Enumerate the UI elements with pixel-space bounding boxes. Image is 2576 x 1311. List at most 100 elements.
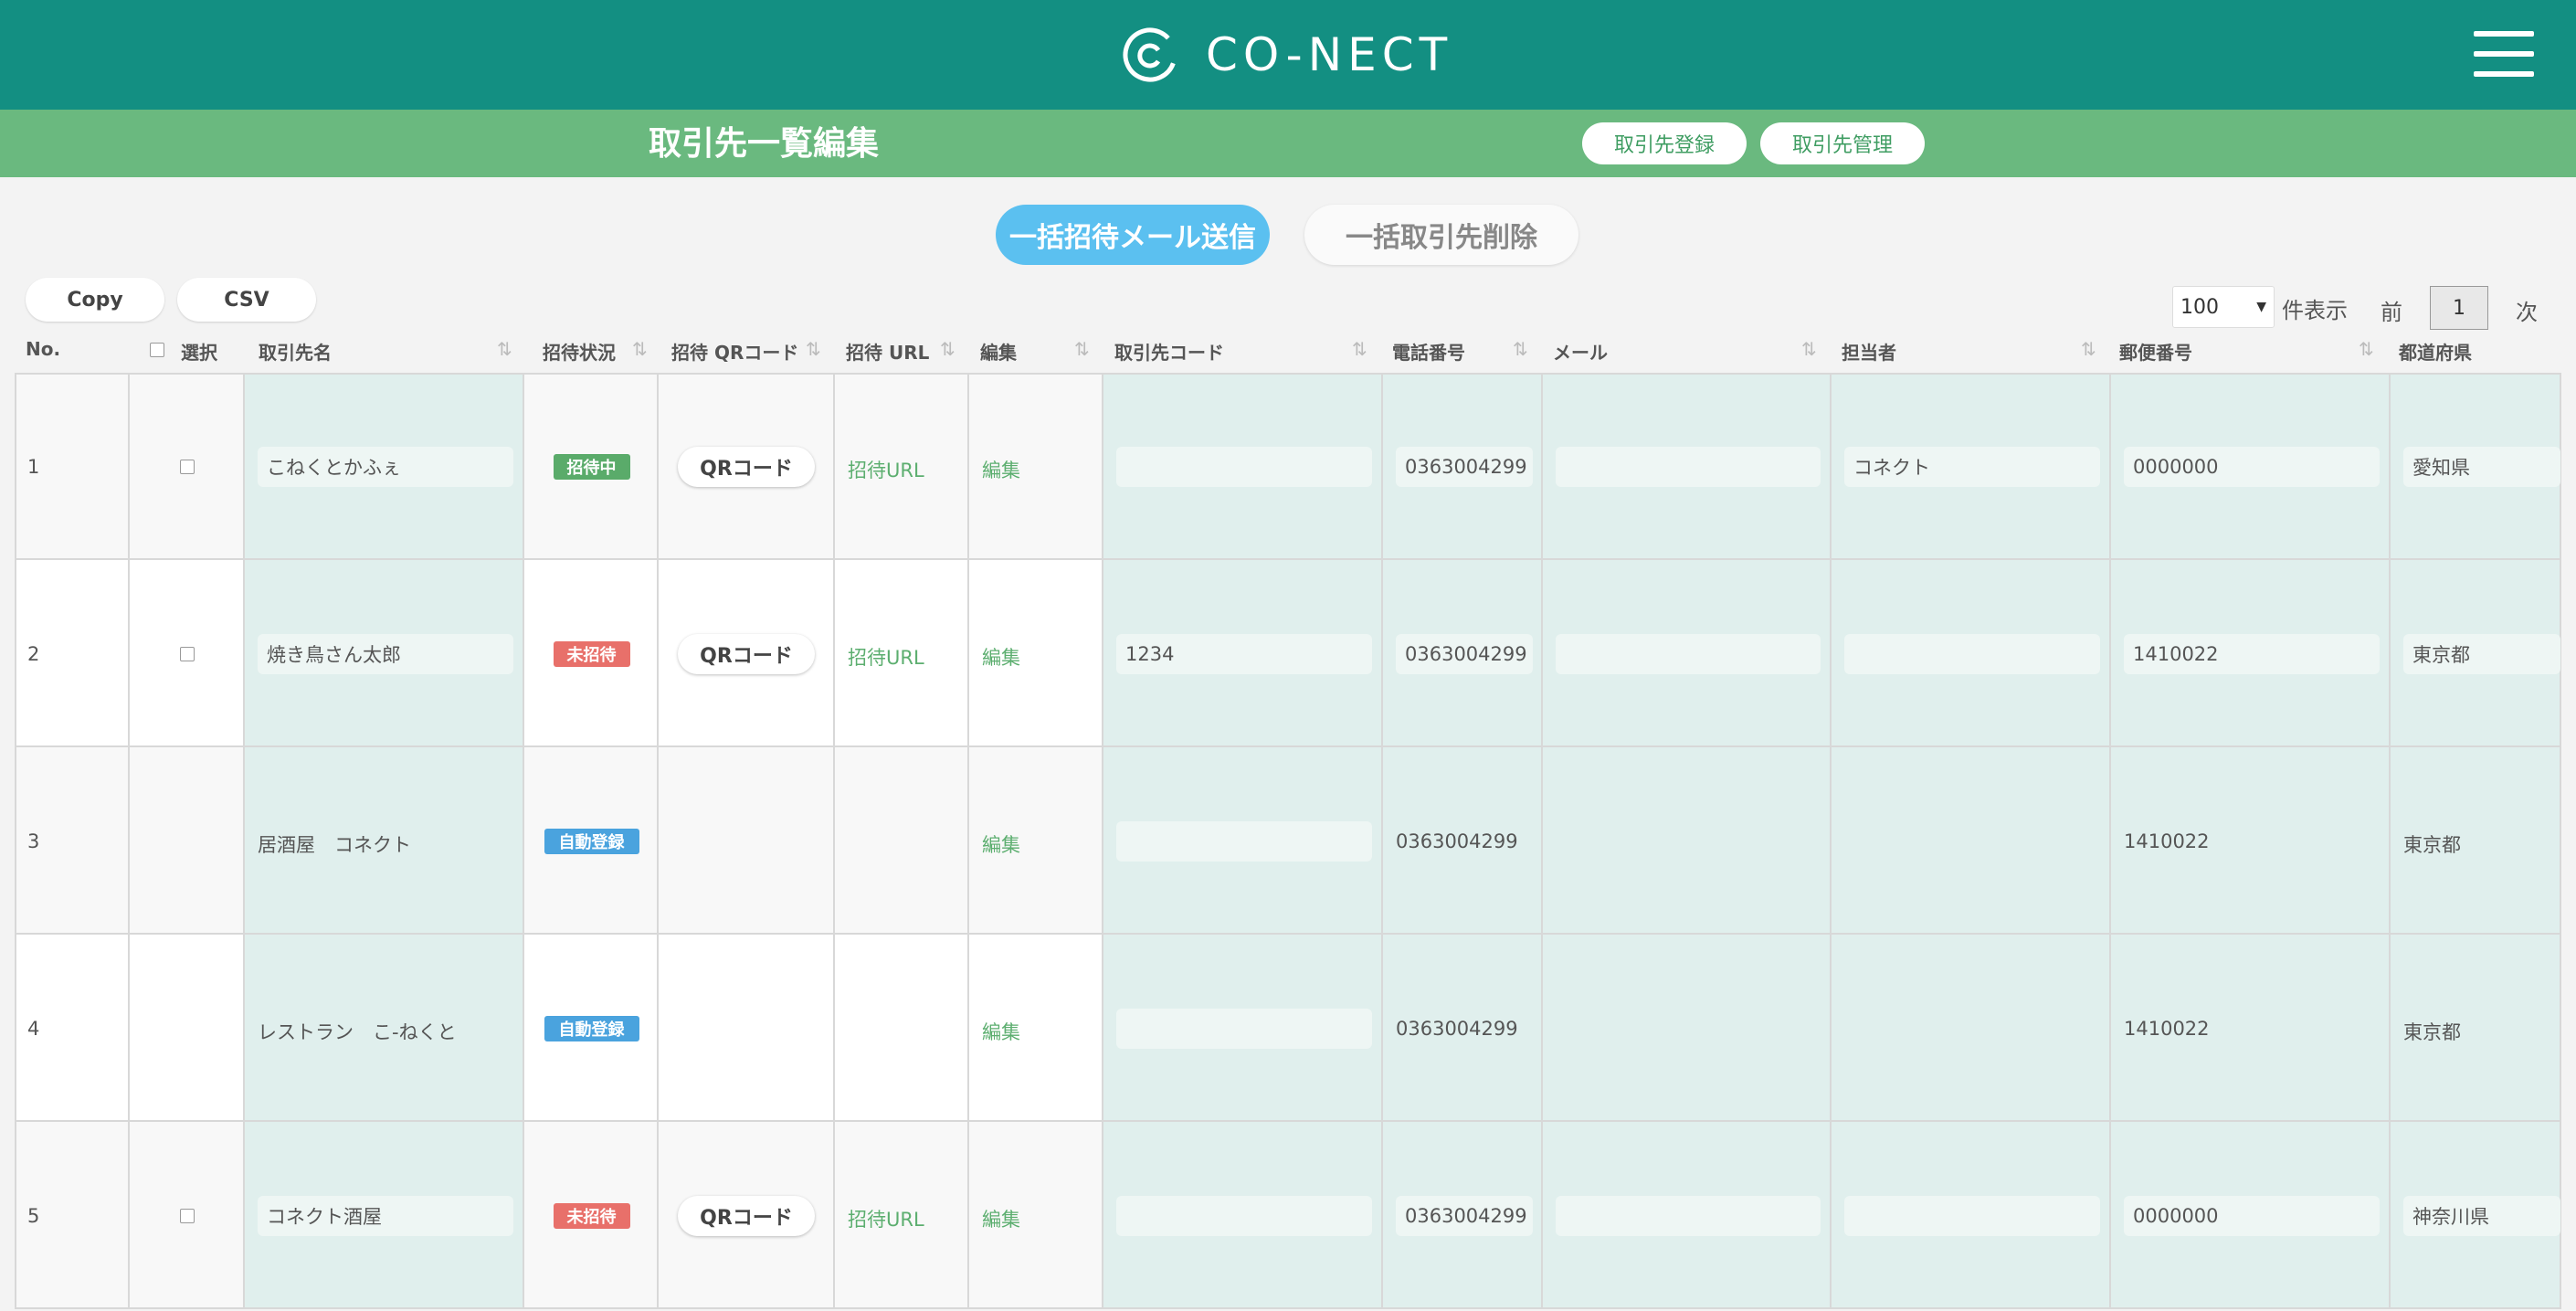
bulk-delete-button[interactable]: 一括取引先削除 — [1304, 205, 1578, 265]
header-phone[interactable]: 電話番号 — [1392, 338, 1465, 365]
table-cell-select — [130, 935, 245, 1122]
qr-code-button[interactable]: QRコード — [678, 446, 815, 487]
row-checkbox[interactable] — [180, 459, 195, 474]
status-badge: 招待中 — [553, 453, 630, 480]
manage-partner-button[interactable]: 取引先管理 — [1760, 122, 1925, 164]
sort-icon[interactable]: ⇅ — [1513, 338, 1528, 360]
invite-url-link[interactable]: 招待URL — [848, 1205, 924, 1232]
copy-button[interactable]: Copy — [26, 278, 164, 322]
header-person[interactable]: 担当者 — [1842, 338, 1896, 365]
sort-icon[interactable]: ⇅ — [806, 338, 821, 360]
status-badge: 自動登録 — [544, 828, 639, 854]
current-page-button[interactable]: 1 — [2430, 286, 2488, 330]
edit-link[interactable]: 編集 — [982, 456, 1020, 483]
header-name[interactable]: 取引先名 — [259, 338, 332, 365]
phone-input[interactable]: 0363004299 — [1396, 1195, 1533, 1236]
edit-link[interactable]: 編集 — [982, 830, 1020, 858]
row-number: 2 — [27, 642, 40, 665]
csv-button[interactable]: CSV — [177, 278, 316, 322]
status-badge: 自動登録 — [544, 1015, 639, 1041]
person-input[interactable] — [1844, 1195, 2100, 1236]
table-cell-select — [130, 747, 245, 935]
brand-logo[interactable]: CO-NECT — [1122, 25, 1452, 85]
row-number: 1 — [27, 455, 40, 478]
header-edit[interactable]: 編集 — [980, 338, 1017, 365]
chevron-down-icon: ▼ — [2256, 300, 2266, 314]
partner-name-input[interactable]: コネクト酒屋 — [258, 1195, 513, 1236]
sort-icon[interactable]: ⇅ — [497, 338, 512, 360]
prefecture-input[interactable]: 愛知県 — [2403, 446, 2560, 487]
zip-input[interactable]: 0000000 — [2124, 1195, 2380, 1236]
edit-link[interactable]: 編集 — [982, 1018, 1020, 1045]
status-badge: 未招待 — [553, 1202, 630, 1229]
bulk-invite-button[interactable]: 一括招待メール送信 — [996, 205, 1270, 265]
person-input[interactable] — [1844, 633, 2100, 674]
row-checkbox[interactable] — [180, 646, 195, 661]
phone-input[interactable]: 0363004299 — [1396, 446, 1533, 487]
header-code[interactable]: 取引先コード — [1114, 338, 1224, 365]
partner-name-input[interactable]: 焼き鳥さん太郎 — [258, 633, 513, 674]
per-page-select[interactable]: 100 ▼ — [2172, 286, 2275, 328]
qr-code-button[interactable]: QRコード — [678, 1195, 815, 1236]
sort-icon[interactable]: ⇅ — [2081, 338, 2096, 360]
header-status[interactable]: 招待状況 — [543, 338, 616, 365]
sort-icon[interactable]: ⇅ — [940, 338, 955, 360]
prefecture-text: 東京都 — [2403, 833, 2461, 856]
row-checkbox[interactable] — [180, 1208, 195, 1223]
per-page-value: 100 — [2180, 295, 2219, 319]
status-badge: 未招待 — [553, 640, 630, 667]
sort-icon[interactable]: ⇅ — [632, 338, 648, 360]
table-cell-mail — [1543, 747, 1832, 935]
row-number: 3 — [27, 830, 40, 852]
person-input[interactable]: コネクト — [1844, 446, 2100, 487]
phone-text: 0363004299 — [1396, 830, 1518, 852]
header-mail[interactable]: メール — [1553, 338, 1608, 365]
qr-code-button[interactable]: QRコード — [678, 633, 815, 674]
table-cell-person — [1832, 935, 2111, 1122]
mail-input[interactable] — [1556, 1195, 1821, 1236]
mail-input[interactable] — [1556, 446, 1821, 487]
select-all-checkbox[interactable] — [150, 343, 164, 357]
menu-icon[interactable] — [2474, 31, 2534, 77]
sort-icon[interactable]: ⇅ — [2359, 338, 2374, 360]
page-title: 取引先一覧編集 — [649, 125, 880, 163]
next-page-link[interactable]: 次 — [2516, 294, 2538, 326]
prev-page-link[interactable]: 前 — [2381, 294, 2402, 326]
zip-input[interactable]: 0000000 — [2124, 446, 2380, 487]
table-cell-person — [1832, 747, 2111, 935]
row-number: 4 — [27, 1017, 40, 1040]
header-select: 選択 — [181, 342, 217, 364]
sort-icon[interactable]: ⇅ — [1074, 338, 1090, 360]
register-partner-button[interactable]: 取引先登録 — [1582, 122, 1747, 164]
sort-icon[interactable]: ⇅ — [1801, 338, 1817, 360]
partner-code-input[interactable] — [1116, 820, 1372, 862]
mail-input[interactable] — [1556, 633, 1821, 674]
invite-url-link[interactable]: 招待URL — [848, 456, 924, 483]
header-zip[interactable]: 郵便番号 — [2119, 338, 2192, 365]
edit-link[interactable]: 編集 — [982, 643, 1020, 671]
partner-code-input[interactable] — [1116, 446, 1372, 487]
header-pref[interactable]: 都道府県 — [2399, 338, 2472, 365]
zip-text: 1410022 — [2124, 830, 2210, 852]
partner-code-input[interactable] — [1116, 1195, 1372, 1236]
table-cell-url — [835, 935, 969, 1122]
header-url[interactable]: 招待 URL — [846, 338, 929, 365]
prefecture-input[interactable]: 神奈川県 — [2403, 1195, 2560, 1236]
header-qr[interactable]: 招待 QRコード — [671, 338, 798, 365]
phone-input[interactable]: 0363004299 — [1396, 633, 1533, 674]
header-no[interactable]: No. — [26, 338, 60, 365]
zip-input[interactable]: 1410022 — [2124, 633, 2380, 674]
partner-code-input[interactable]: 1234 — [1116, 633, 1372, 674]
table-cell-url — [835, 747, 969, 935]
table-cell-mail — [1543, 935, 1832, 1122]
partner-name-text: 居酒屋 コネクト — [258, 833, 411, 856]
sort-icon[interactable]: ⇅ — [1352, 338, 1367, 360]
invite-url-link[interactable]: 招待URL — [848, 643, 924, 671]
partner-table: 1 こねくとかふぇ 招待中 QRコード 招待URL 編集 0363004299 コネクト 000… — [15, 373, 2561, 1311]
prefecture-input[interactable]: 東京都 — [2403, 633, 2560, 674]
phone-text: 0363004299 — [1396, 1017, 1518, 1040]
partner-name-input[interactable]: こねくとかふぇ — [258, 446, 513, 487]
sub-header — [0, 110, 2576, 177]
partner-code-input[interactable] — [1116, 1008, 1372, 1049]
edit-link[interactable]: 編集 — [982, 1205, 1020, 1232]
